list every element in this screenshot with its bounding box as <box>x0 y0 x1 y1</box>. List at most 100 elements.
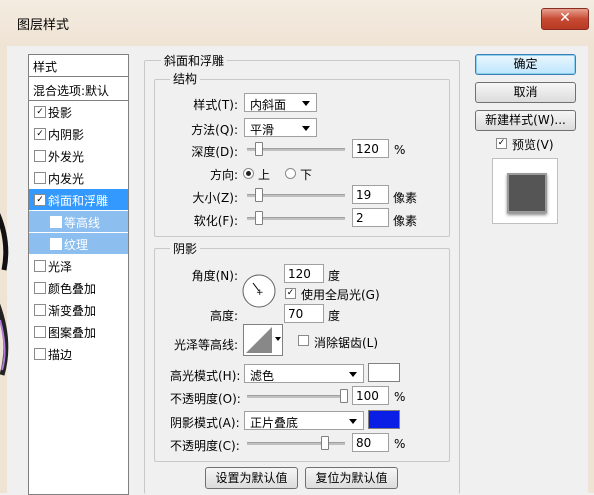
depth-label: 深度(D): <box>191 145 238 159</box>
style-item-label: 外发光 <box>48 150 85 164</box>
style-checkbox[interactable] <box>50 238 62 250</box>
style-item-label: 投影 <box>48 106 73 120</box>
style-item-label: 光泽 <box>48 260 73 274</box>
highlight-opacity-slider-track[interactable] <box>247 395 345 398</box>
altitude-label: 高度: <box>209 309 238 323</box>
styles-list-item-8[interactable]: 光泽 <box>29 255 128 276</box>
altitude-input[interactable]: 70 <box>284 304 324 323</box>
technique-label: 方法(Q): <box>191 123 238 137</box>
shadow-opacity-input[interactable]: 80 <box>352 433 389 452</box>
highlight-color-swatch[interactable] <box>368 363 400 382</box>
style-checkbox[interactable] <box>34 282 46 294</box>
style-checkbox[interactable] <box>34 172 46 184</box>
depth-input[interactable]: 120 <box>352 139 389 158</box>
styles-list-item-12[interactable]: 描边 <box>29 343 128 364</box>
preview-label: 预览(V) <box>512 138 554 152</box>
soften-unit: 像素 <box>393 214 418 228</box>
style-dropdown[interactable]: 内斜面 <box>244 93 317 112</box>
shading-title: 阴影 <box>170 240 201 257</box>
styles-list-item-1[interactable]: ✓ 投影 <box>29 101 128 122</box>
preview-swatch <box>507 173 547 213</box>
style-checkbox[interactable]: ✓ <box>34 128 46 140</box>
technique-dropdown[interactable]: 平滑 <box>244 118 317 137</box>
depth-slider-thumb[interactable] <box>255 142 263 156</box>
angle-input[interactable]: 120 <box>284 264 324 283</box>
direction-up-label: 上 <box>258 168 271 182</box>
depth-unit: % <box>394 143 406 157</box>
size-label: 大小(Z): <box>192 191 238 205</box>
direction-down-radio[interactable] <box>285 168 296 179</box>
highlight-mode-dropdown[interactable]: 滤色 <box>244 364 364 383</box>
anti-alias-checkbox[interactable] <box>298 335 309 346</box>
style-checkbox[interactable] <box>34 304 46 316</box>
styles-list-blending-options[interactable]: 混合选项:默认 <box>29 79 128 101</box>
bevel-emboss-title: 斜面和浮雕 <box>161 52 228 69</box>
gloss-contour-label: 光泽等高线: <box>173 338 238 352</box>
angle-label: 角度(N): <box>191 269 238 283</box>
shadow-opacity-slider-thumb[interactable] <box>321 436 329 450</box>
shadow-opacity-slider-track[interactable] <box>247 442 345 445</box>
style-item-label: 内阴影 <box>48 128 85 142</box>
soften-slider-thumb[interactable] <box>255 211 263 225</box>
direction-down-label: 下 <box>300 168 313 182</box>
soften-label: 软化(F): <box>193 214 238 228</box>
style-checkbox[interactable]: ✓ <box>34 194 46 206</box>
highlight-opacity-slider-thumb[interactable] <box>340 389 348 403</box>
styles-list-item-9[interactable]: 颜色叠加 <box>29 277 128 298</box>
size-input[interactable]: 19 <box>352 185 389 204</box>
styles-list: 样式 混合选项:默认 ✓ 投影 ✓ 内阴影 外发光 内发光 ✓ 斜面和浮雕 等高线 纹理 光泽 颜色叠… <box>28 54 129 495</box>
angle-unit: 度 <box>328 269 341 283</box>
contour-preview-icon <box>246 327 272 353</box>
svg-text:+: + <box>256 288 264 298</box>
highlight-mode-label: 高光模式(H): <box>170 369 241 383</box>
shadow-opacity-unit: % <box>394 437 406 451</box>
styles-list-item-6[interactable]: 等高线 <box>29 211 128 232</box>
chevron-down-icon <box>275 337 281 341</box>
style-preview-thumbnail <box>492 158 558 224</box>
style-item-label: 渐变叠加 <box>48 304 97 318</box>
chevron-down-icon <box>302 101 310 106</box>
style-item-label: 描边 <box>48 348 73 362</box>
angle-dial[interactable]: + <box>241 273 277 309</box>
shadow-color-swatch[interactable] <box>368 410 400 429</box>
styles-list-item-11[interactable]: 图案叠加 <box>29 321 128 342</box>
size-unit: 像素 <box>393 191 418 205</box>
highlight-opacity-input[interactable]: 100 <box>352 386 389 405</box>
new-style-button[interactable]: 新建样式(W)... <box>475 110 576 131</box>
style-checkbox[interactable] <box>50 216 62 228</box>
style-checkbox[interactable]: ✓ <box>34 106 46 118</box>
ok-button[interactable]: 确定 <box>475 54 576 75</box>
make-default-button[interactable]: 设置为默认值 <box>205 467 298 489</box>
style-label: 样式(T): <box>193 98 238 112</box>
styles-list-item-5[interactable]: ✓ 斜面和浮雕 <box>29 189 128 210</box>
styles-list-item-3[interactable]: 外发光 <box>29 145 128 166</box>
direction-label: 方向: <box>209 168 238 182</box>
window-title: 图层样式 <box>17 18 70 33</box>
style-item-label: 颜色叠加 <box>48 282 97 296</box>
styles-list-header[interactable]: 样式 <box>29 55 128 77</box>
soften-input[interactable]: 2 <box>352 208 389 227</box>
altitude-unit: 度 <box>328 309 341 323</box>
preview-checkbox[interactable]: ✓ <box>496 138 507 149</box>
gloss-contour-picker[interactable] <box>243 324 283 356</box>
direction-up-radio[interactable] <box>243 168 254 179</box>
styles-list-item-7[interactable]: 纹理 <box>29 233 128 254</box>
window-border-right <box>587 46 594 493</box>
highlight-opacity-unit: % <box>394 390 406 404</box>
chevron-down-icon <box>349 372 357 377</box>
style-checkbox[interactable] <box>34 150 46 162</box>
close-button[interactable]: ✕ <box>541 8 589 30</box>
styles-list-item-10[interactable]: 渐变叠加 <box>29 299 128 320</box>
size-slider-thumb[interactable] <box>255 188 263 202</box>
shadow-mode-dropdown[interactable]: 正片叠底 <box>244 411 364 430</box>
global-light-checkbox[interactable]: ✓ <box>285 288 296 299</box>
style-item-label: 纹理 <box>64 238 89 252</box>
styles-list-item-4[interactable]: 内发光 <box>29 167 128 188</box>
highlight-opacity-label: 不透明度(O): <box>170 392 241 406</box>
cancel-button[interactable]: 取消 <box>475 82 576 103</box>
style-checkbox[interactable] <box>34 260 46 272</box>
style-checkbox[interactable] <box>34 348 46 360</box>
styles-list-item-2[interactable]: ✓ 内阴影 <box>29 123 128 144</box>
reset-to-default-button[interactable]: 复位为默认值 <box>305 467 398 489</box>
style-checkbox[interactable] <box>34 326 46 338</box>
